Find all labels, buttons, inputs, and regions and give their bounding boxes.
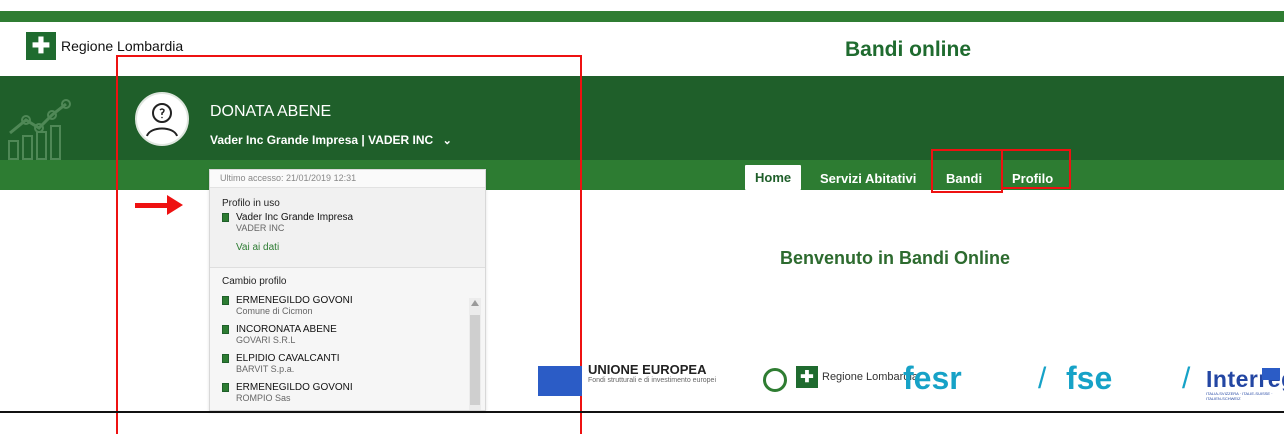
logo-icon: ✚ [26, 32, 56, 60]
highlight-box-bandi [931, 149, 1003, 193]
eu-text: UNIONE EUROPEA Fondi strutturali e di in… [588, 362, 716, 384]
fesr-logo: fesr [903, 360, 962, 396]
fse-logo: fse [1066, 360, 1113, 396]
divider-slash: / [1038, 362, 1047, 395]
eu-title: UNIONE EUROPEA [588, 362, 707, 377]
eu-flag-small-icon [1262, 368, 1280, 380]
logo-text: Regione Lombardia [61, 37, 184, 54]
site-title: Bandi online [845, 38, 971, 61]
eu-flag-icon [538, 366, 582, 396]
highlight-box-profilo [1001, 149, 1071, 189]
regione-footer-logo: ✚ Regione Lombardia [796, 366, 918, 388]
chart-decoration-icon [8, 99, 71, 160]
regione-footer-icon: ✚ [796, 366, 818, 388]
footer-divider [0, 411, 1284, 413]
highlight-box-dropdown [116, 55, 582, 434]
nav-servizi-abitativi[interactable]: Servizi Abitativi [820, 171, 916, 186]
italy-emblem-icon [763, 368, 787, 392]
nav-home[interactable]: Home [745, 165, 802, 190]
divider-slash: / [1182, 362, 1191, 395]
partner-logos-footer: UNIONE EUROPEA Fondi strutturali e di in… [538, 360, 1284, 401]
eu-subtitle: Fondi strutturali e di investimento euro… [588, 377, 717, 384]
interreg-small-text: ITALIA-SVIZZERA · ITALIE-SUISSE · ITALIE… [1206, 391, 1273, 401]
welcome-heading: Benvenuto in Bandi Online [780, 248, 1011, 268]
page: ✚ Regione Lombardia Bandi online DONATA … [0, 0, 1284, 434]
top-accent-bar [0, 11, 1284, 22]
